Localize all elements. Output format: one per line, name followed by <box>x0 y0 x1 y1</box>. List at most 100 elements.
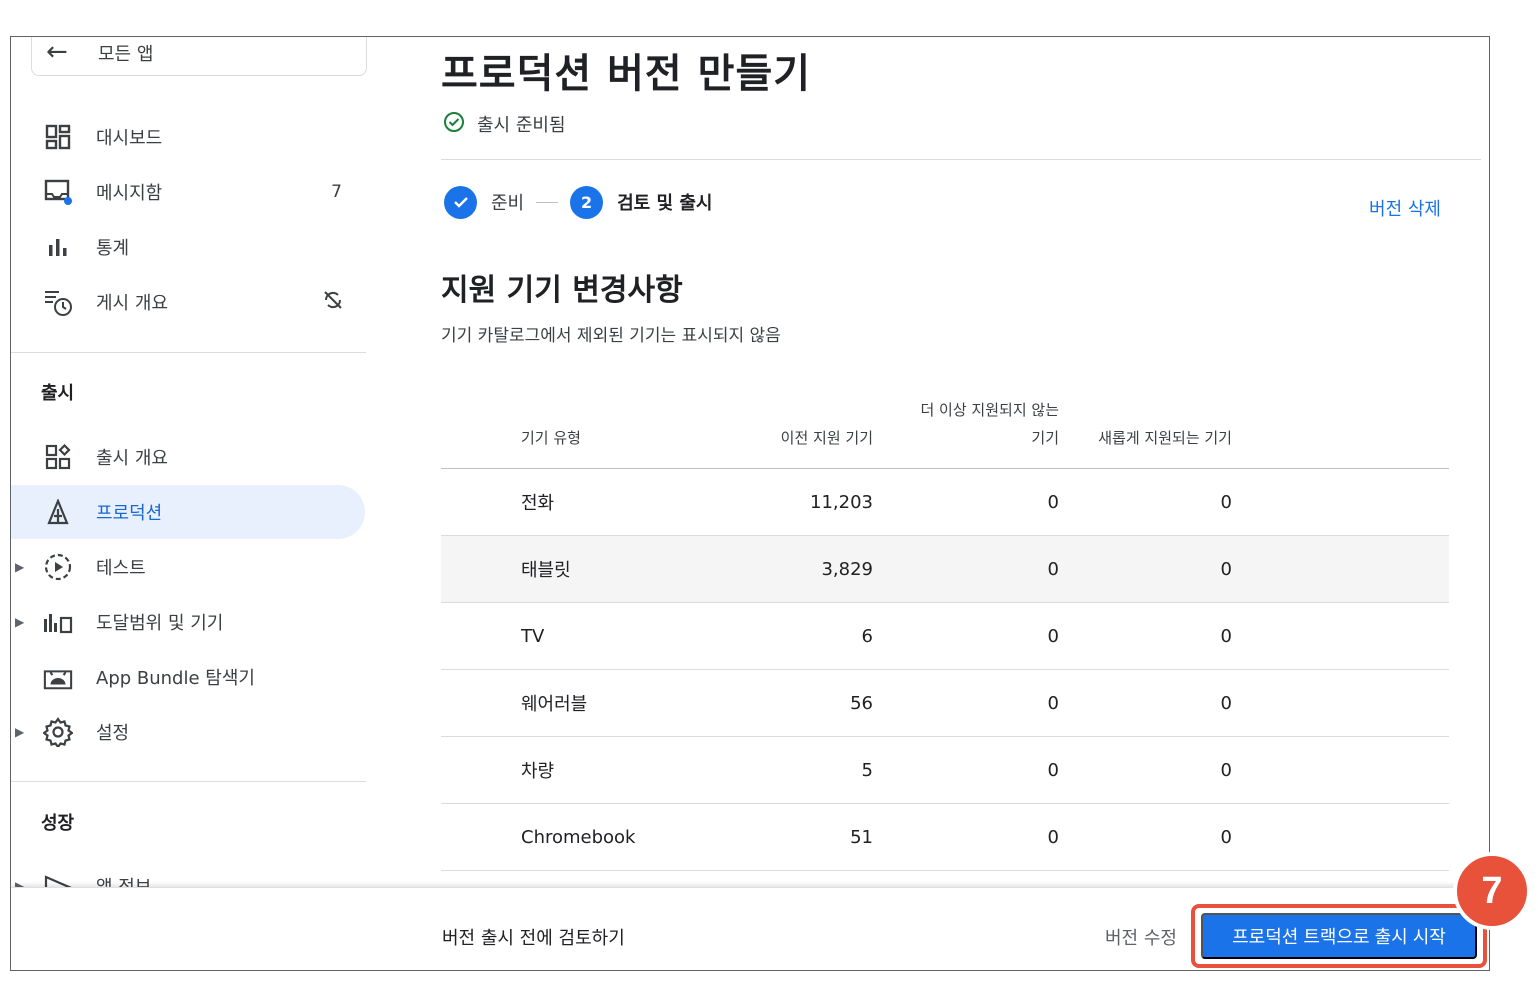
release-status-text: 출시 준비됨 <box>477 115 566 136</box>
cell-previous: 11,203 <box>810 491 873 513</box>
all-apps-button[interactable]: ← 모든 앱 <box>31 37 367 76</box>
delete-release-link[interactable]: 버전 삭제 <box>1369 195 1441 221</box>
cell-added: 0 <box>1220 692 1232 714</box>
page-title: 프로덕션 버전 만들기 <box>441 51 812 97</box>
cell-previous: 6 <box>861 625 873 647</box>
column-header-removed-line1[interactable]: 더 이상 지원되지 않는 <box>920 396 1059 424</box>
table-row: 전화 11,203 0 0 <box>441 469 1449 536</box>
cell-added: 0 <box>1220 558 1232 580</box>
sidebar-item-label: 테스트 <box>96 558 146 579</box>
check-circle-icon <box>443 111 465 137</box>
table-row: 태블릿 3,829 0 0 <box>441 536 1449 603</box>
inbox-icon <box>43 177 73 207</box>
release-overview-icon <box>43 442 73 472</box>
main-content: 프로덕션 버전 만들기 출시 준비됨 준비 2 검토 및 출시 버전 삭제 지원… <box>441 37 1481 887</box>
cell-previous: 51 <box>850 826 873 848</box>
cell-removed: 0 <box>1047 625 1059 647</box>
footer-review-text: 버전 출시 전에 검토하기 <box>442 928 625 949</box>
sidebar-item-settings[interactable]: ▶ 설정 <box>11 705 366 759</box>
annotation-step-badge: 7 <box>1453 852 1531 930</box>
sidebar-item-testing[interactable]: ▶ 테스트 <box>11 540 366 594</box>
cell-removed: 0 <box>1047 759 1059 781</box>
table-row: TV 6 0 0 <box>441 603 1449 670</box>
cell-added: 0 <box>1220 759 1232 781</box>
cell-previous: 5 <box>861 759 873 781</box>
sidebar-item-label: 메시지함 <box>96 183 163 204</box>
sidebar-item-store-presence[interactable]: ▶ 앱 정보 <box>11 859 366 887</box>
start-rollout-button[interactable]: 프로덕션 트랙으로 출시 시작 <box>1201 913 1477 959</box>
app-frame: ← 모든 앱 대시보드 메시지함 7 통계 게시 개요 출시 출시 개요 프로덕… <box>10 36 1490 971</box>
all-apps-label: 모든 앱 <box>98 44 154 65</box>
expand-caret-icon[interactable]: ▶ <box>15 615 24 629</box>
column-header-removed-line2[interactable]: 기기 <box>1031 424 1059 452</box>
release-section-heading: 출시 <box>41 383 75 404</box>
cell-added: 0 <box>1220 625 1232 647</box>
cell-removed: 0 <box>1047 826 1059 848</box>
step-review-label[interactable]: 검토 및 출시 <box>617 189 712 215</box>
column-header-previous[interactable]: 이전 지원 기기 <box>781 424 873 452</box>
step-review-number[interactable]: 2 <box>570 185 604 219</box>
sidebar-item-label: 프로덕션 <box>96 503 163 524</box>
sidebar-item-label: 앱 정보 <box>96 873 151 887</box>
sidebar-item-publishing-overview[interactable]: 게시 개요 <box>11 275 366 329</box>
sidebar-divider <box>11 781 366 782</box>
table-row: 차량 5 0 0 <box>441 737 1449 804</box>
release-status: 출시 준비됨 <box>443 111 566 137</box>
table-header: 기기 유형 이전 지원 기기 더 이상 지원되지 않는 기기 새롭게 지원되는 … <box>441 397 1449 469</box>
table-row: 웨어러블 56 0 0 <box>441 670 1449 737</box>
store-listing-icon <box>43 871 73 887</box>
footer-action-bar: 버전 출시 전에 검토하기 버전 수정 프로덕션 트랙으로 출시 시작 <box>11 887 1489 970</box>
sidebar: ← 모든 앱 대시보드 메시지함 7 통계 게시 개요 출시 출시 개요 프로덕… <box>11 37 367 887</box>
column-header-device-type[interactable]: 기기 유형 <box>521 424 581 452</box>
gear-icon <box>43 717 73 747</box>
step-prepare-label[interactable]: 준비 <box>491 189 524 215</box>
sidebar-item-statistics[interactable]: 통계 <box>11 220 366 274</box>
edit-release-button[interactable]: 버전 수정 <box>1105 924 1177 950</box>
sidebar-item-label: 통계 <box>96 238 130 259</box>
sidebar-item-inbox[interactable]: 메시지함 7 <box>11 165 366 219</box>
cell-device-type: Chromebook <box>521 826 636 848</box>
dashboard-icon <box>43 122 73 152</box>
sidebar-item-label: 도달범위 및 기기 <box>96 613 224 634</box>
inbox-count-badge: 7 <box>331 182 342 202</box>
table-row: Chromebook 51 0 0 <box>441 804 1449 871</box>
expand-caret-icon[interactable]: ▶ <box>15 560 24 574</box>
step-prepare-check-icon[interactable] <box>444 185 477 219</box>
sidebar-item-release-overview[interactable]: 출시 개요 <box>11 430 366 484</box>
testing-play-icon <box>43 552 73 582</box>
sidebar-item-production[interactable]: 프로덕션 <box>11 485 365 539</box>
cell-previous: 3,829 <box>821 558 873 580</box>
device-changes-subtitle: 기기 카탈로그에서 제외된 기기는 표시되지 않음 <box>441 326 781 346</box>
header-divider <box>441 159 1481 160</box>
sidebar-item-label: 게시 개요 <box>96 293 168 314</box>
sidebar-item-label: 설정 <box>96 723 130 744</box>
cell-removed: 0 <box>1047 558 1059 580</box>
device-changes-table: 기기 유형 이전 지원 기기 더 이상 지원되지 않는 기기 새롭게 지원되는 … <box>441 397 1449 871</box>
column-header-added[interactable]: 새롭게 지원되는 기기 <box>1098 424 1232 452</box>
schedule-list-icon <box>43 287 73 317</box>
expand-caret-icon[interactable]: ▶ <box>15 879 24 887</box>
cell-removed: 0 <box>1047 491 1059 513</box>
sidebar-divider <box>11 352 366 353</box>
sidebar-item-app-bundle-explorer[interactable]: App Bundle 탐색기 <box>11 650 366 704</box>
cell-added: 0 <box>1220 491 1232 513</box>
cell-removed: 0 <box>1047 692 1059 714</box>
cell-device-type: 웨어러블 <box>521 694 588 715</box>
cell-device-type: 전화 <box>521 493 555 514</box>
back-arrow-icon: ← <box>46 37 68 67</box>
android-icon <box>43 662 73 692</box>
bar-chart-icon <box>43 232 73 262</box>
cell-device-type: 차량 <box>521 761 555 782</box>
cell-device-type: TV <box>521 625 545 647</box>
sidebar-item-label: 출시 개요 <box>96 448 168 469</box>
cell-previous: 56 <box>850 692 873 714</box>
sidebar-item-label: 대시보드 <box>96 128 163 149</box>
cell-device-type: 태블릿 <box>521 560 571 581</box>
sidebar-item-reach-devices[interactable]: ▶ 도달범위 및 기기 <box>11 595 366 649</box>
sidebar-item-dashboard[interactable]: 대시보드 <box>11 110 366 164</box>
step-separator <box>536 201 559 203</box>
sync-disabled-icon <box>322 289 344 316</box>
cell-added: 0 <box>1220 826 1232 848</box>
reach-devices-icon <box>43 607 73 637</box>
expand-caret-icon[interactable]: ▶ <box>15 725 24 739</box>
